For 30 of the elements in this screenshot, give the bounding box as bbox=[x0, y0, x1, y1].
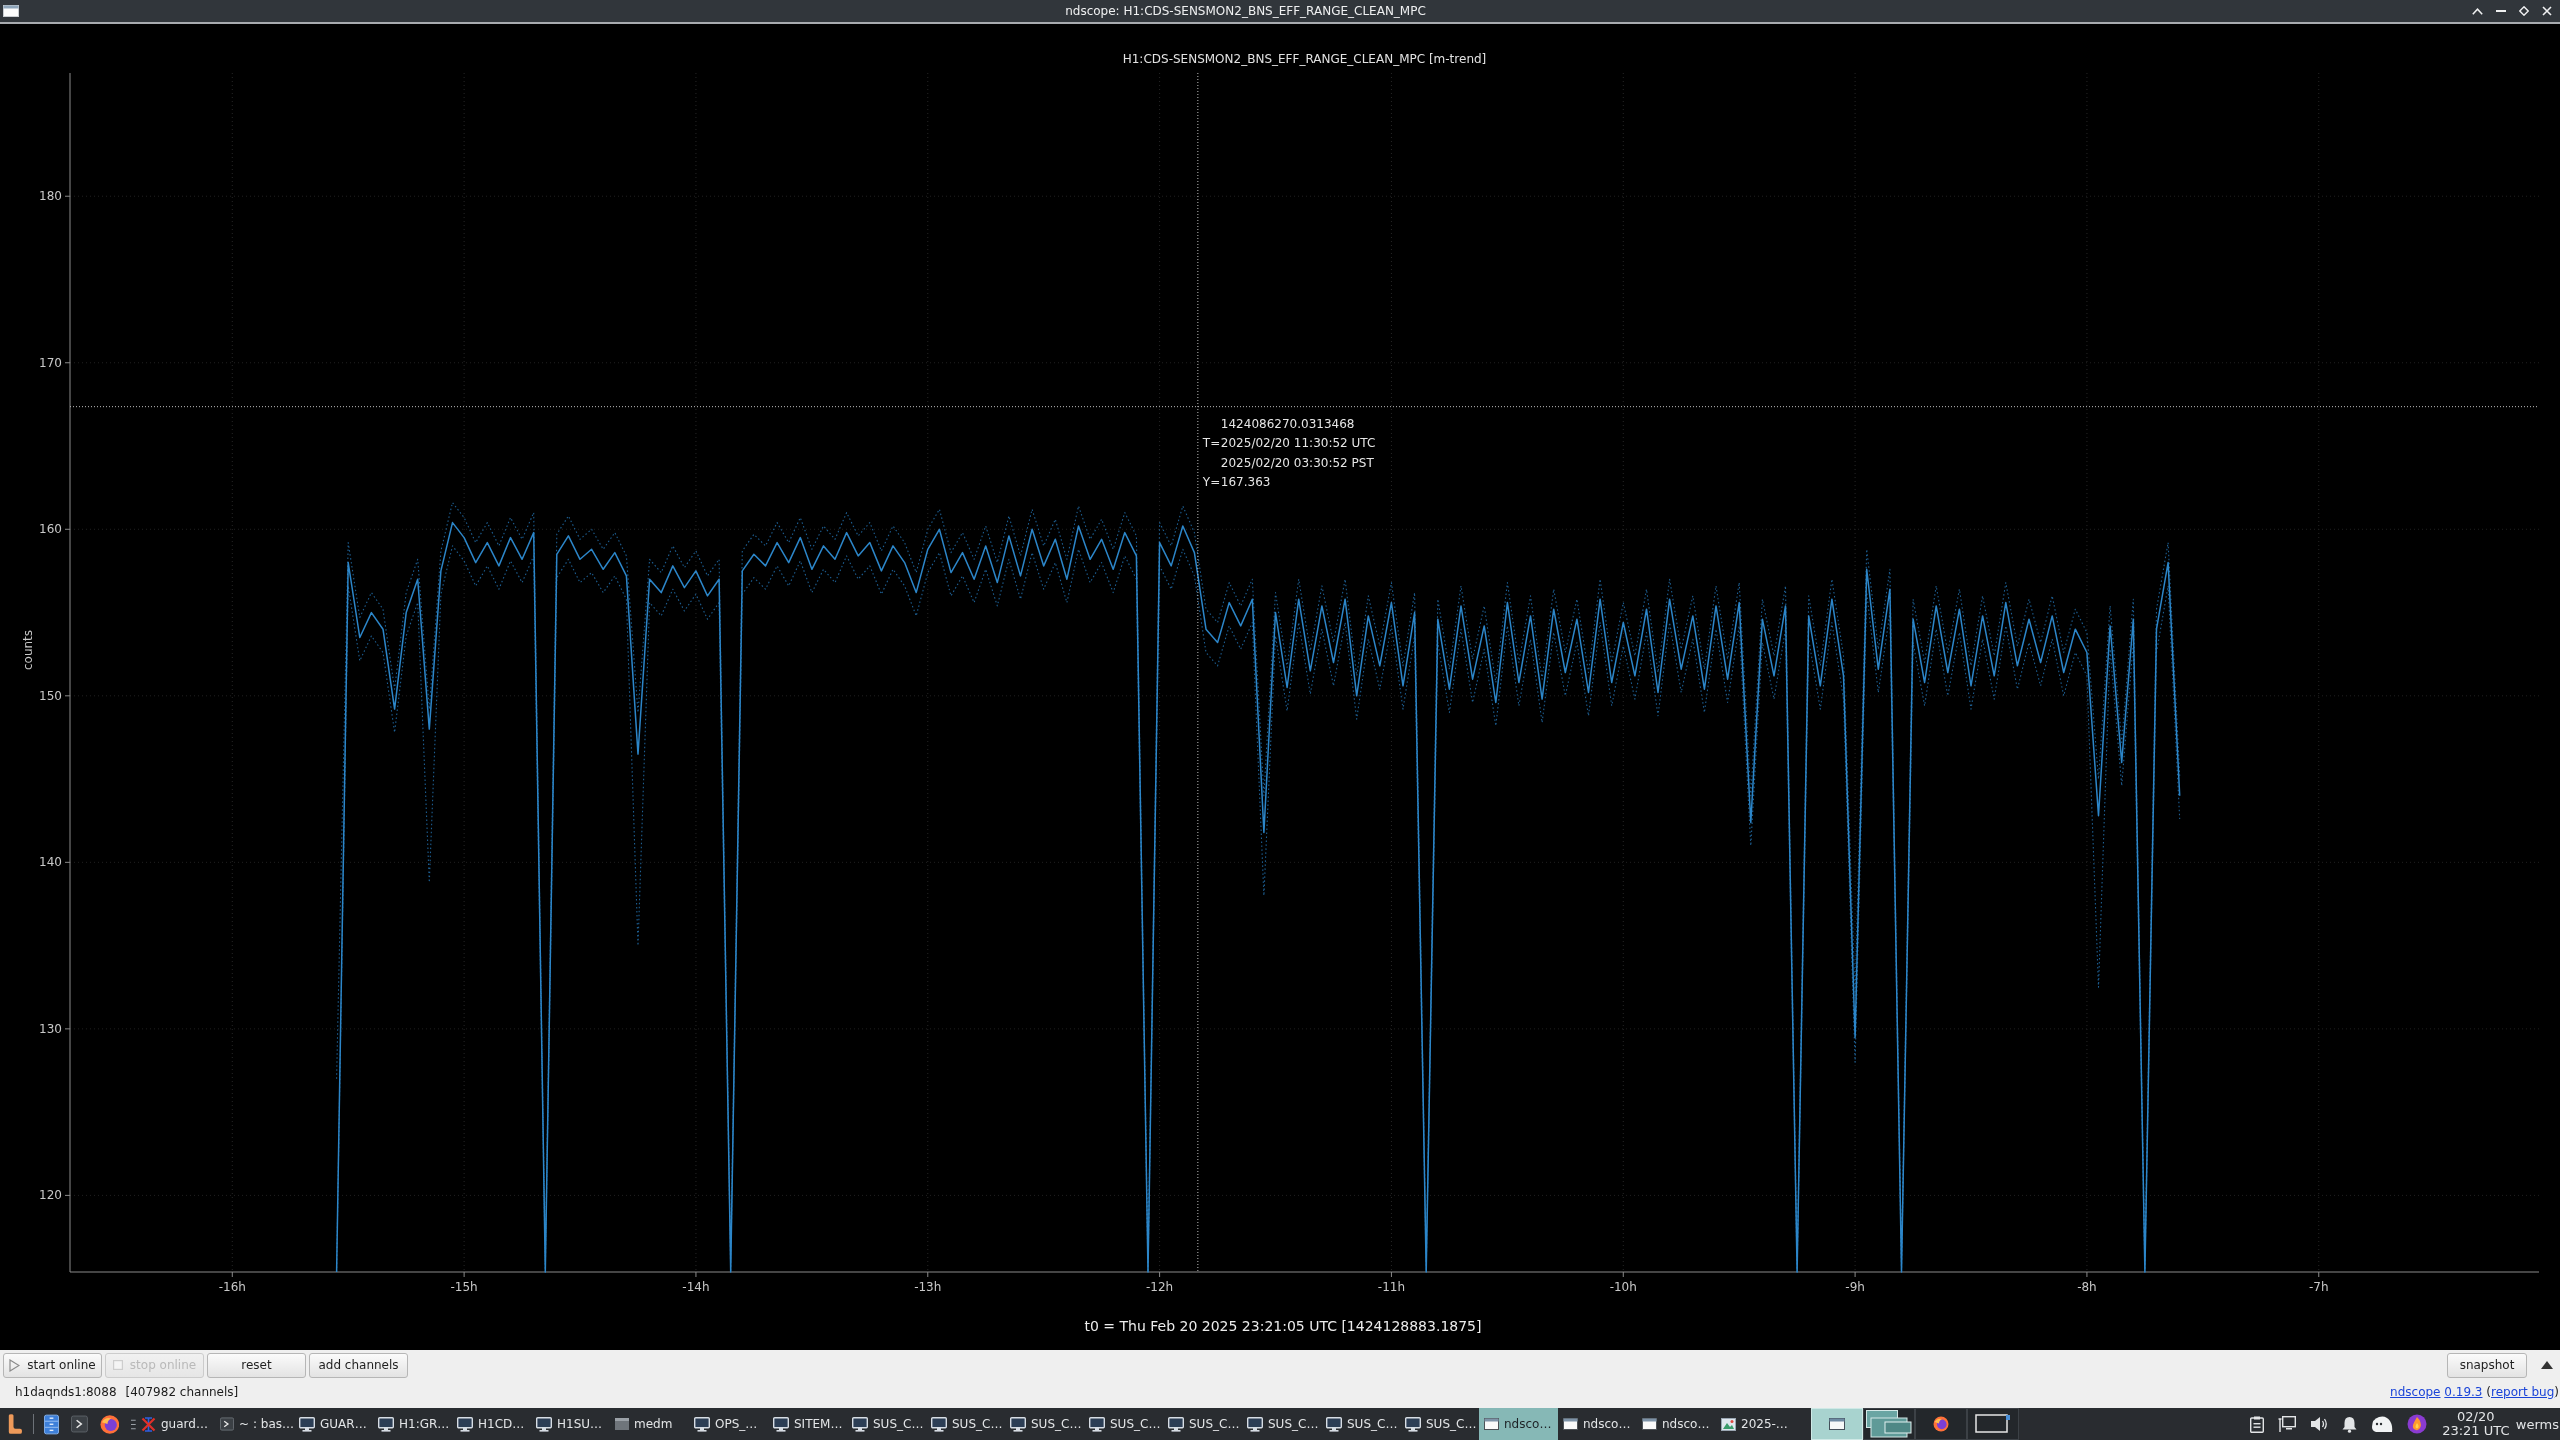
axis-tick-label: 180 bbox=[39, 189, 62, 204]
axis-tick-label: 120 bbox=[39, 1188, 62, 1203]
axis-tick-label: 170 bbox=[39, 355, 62, 370]
axis-tick-label: 150 bbox=[39, 688, 62, 703]
axis-tick-label: -7h bbox=[2308, 1280, 2329, 1294]
axis-tick-label: -11h bbox=[1377, 1280, 1406, 1294]
readout-value: 1424086270.0313468 bbox=[1220, 416, 1355, 431]
channel-count: [407982 channels] bbox=[125, 1385, 239, 1399]
axis-tick-label: -15h bbox=[450, 1280, 478, 1294]
version-info: ndscope 0.19.3 (report bug) bbox=[2390, 1385, 2559, 1399]
x-axis-title: t0 = Thu Feb 20 2025 23:21:05 UTC [1424128883.1875] bbox=[1084, 1318, 1482, 1334]
readout-value: 2025/02/20 03:30:52 PST bbox=[1220, 455, 1374, 470]
axis-tick-label: 160 bbox=[39, 522, 62, 537]
readout-label: Y= bbox=[1202, 475, 1221, 490]
axis-tick-label: -16h bbox=[218, 1280, 246, 1294]
y-axis-title: counts bbox=[21, 629, 35, 671]
window-title: ndscope: H1:CDS-SENSMON2_BNS_EFF_RANGE_CLEAN_MPC bbox=[1065, 4, 1426, 18]
axis-tick-label: -9h bbox=[1845, 1280, 1865, 1294]
axis-tick-label: -8h bbox=[2077, 1280, 2097, 1294]
server-address: h1daqnds1:8088 bbox=[15, 1385, 117, 1399]
readout-label: T= bbox=[1202, 436, 1221, 451]
readout-value: 167.363 bbox=[1220, 475, 1271, 490]
axis-tick-label: -14h bbox=[682, 1280, 710, 1294]
axis-tick-label: -12h bbox=[1146, 1280, 1174, 1294]
axis-tick-label: 140 bbox=[39, 855, 62, 870]
axis-tick-label: -10h bbox=[1609, 1280, 1637, 1294]
axis-tick-label: 130 bbox=[39, 1021, 62, 1036]
readout-value: 2025/02/20 11:30:52 UTC bbox=[1220, 436, 1376, 451]
chart-title: H1:CDS-SENSMON2_BNS_EFF_RANGE_CLEAN_MPC [m-trend] bbox=[1122, 52, 1487, 66]
axis-tick-label: -13h bbox=[914, 1280, 942, 1294]
